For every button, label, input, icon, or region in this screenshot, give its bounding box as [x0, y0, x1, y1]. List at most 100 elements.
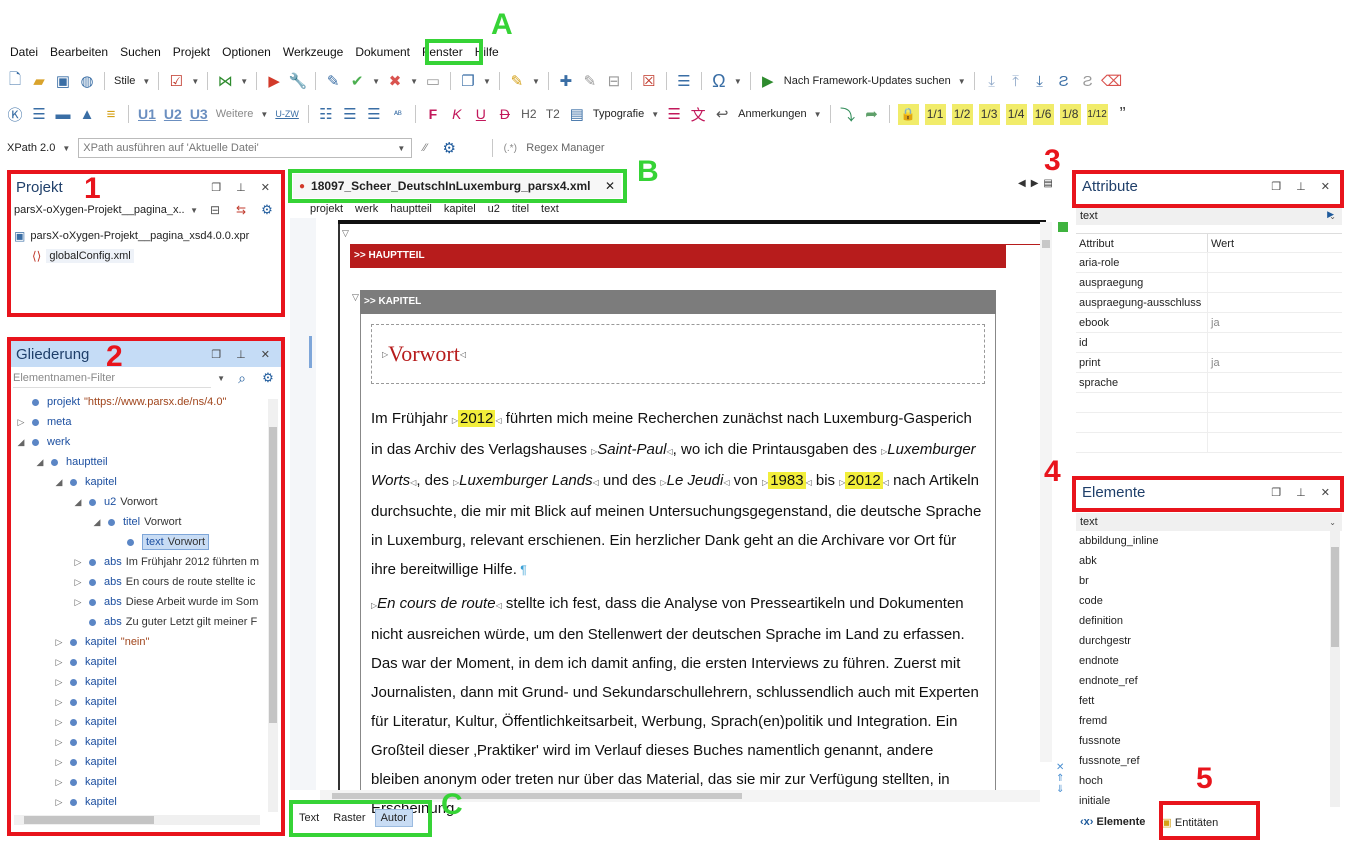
fraction-1-8-button[interactable]: 1/8 [1059, 103, 1081, 125]
breadcrumb-item-projekt[interactable]: projekt [304, 203, 349, 215]
new-file-icon[interactable]: 🗋 [4, 70, 26, 92]
menu-projekt[interactable]: Projekt [167, 43, 216, 61]
join-icon[interactable]: Ƨ [1053, 70, 1075, 92]
quote-icon[interactable]: ” [1112, 103, 1134, 125]
u-zw-button[interactable]: U-ZW [272, 109, 302, 119]
fraction-1-1-button[interactable]: 1/1 [924, 103, 946, 125]
chevron-down-icon[interactable]: ▼ [372, 77, 380, 86]
gear-icon[interactable]: ⚙ [257, 367, 279, 389]
typography-icon[interactable]: ▤ [566, 103, 588, 125]
search-icon[interactable]: ⌕ [231, 367, 253, 389]
expand-toggle-icon[interactable]: ▷ [71, 557, 85, 568]
paragraph-2[interactable]: ▷En cours de route◁ stellte ich fest, da… [371, 589, 985, 823]
outline-tree-item[interactable]: ◢ werk [10, 432, 260, 452]
expand-toggle-icon[interactable]: ▷ [71, 577, 85, 588]
panel-window-controls[interactable]: ❐ ⊥ ✕ [211, 348, 276, 361]
chevron-down-icon[interactable]: ▼ [532, 77, 540, 86]
attribute-row[interactable]: aria-role [1076, 253, 1342, 273]
run-icon[interactable]: ▶ [263, 70, 285, 92]
omega-icon[interactable]: Ω [708, 70, 730, 92]
outline-tree-item[interactable]: ▷ abs Im Frühjahr 2012 führten m [10, 552, 260, 572]
framework-updates-button[interactable]: Nach Framework-Updates suchen [781, 75, 954, 87]
breadcrumb-item-text[interactable]: text [535, 203, 565, 215]
editor-vertical-scrollbar[interactable] [1040, 222, 1052, 762]
annotations-dropdown[interactable]: Anmerkungen [735, 108, 810, 120]
chevron-down-icon[interactable]: ▼ [142, 77, 150, 86]
manage-changes-icon[interactable]: ☒ [638, 70, 660, 92]
menu-dokument[interactable]: Dokument [349, 43, 416, 61]
outline-tree-item[interactable]: ▷ meta [10, 412, 260, 432]
download-icon[interactable]: ⤓ [1029, 70, 1051, 92]
expand-toggle-icon[interactable]: ▷ [52, 697, 66, 708]
highlight-icon[interactable]: ✎ [506, 70, 528, 92]
column-header-attribute[interactable]: Attribut [1076, 234, 1208, 252]
edit-review-icon[interactable]: ✎ [322, 70, 344, 92]
outline-tree-item[interactable]: projekt "https://www.parsx.de/ns/4.0" [10, 392, 260, 412]
lock-icon[interactable]: 🔒 [897, 103, 919, 125]
menu-datei[interactable]: Datei [4, 43, 44, 61]
editor-tab[interactable]: ● 18097_Scheer_DeutschInLuxemburg_parsx4… [293, 174, 621, 198]
attribute-row[interactable]: auspraegung [1076, 273, 1342, 293]
arrow-forward-icon[interactable]: ➦ [861, 103, 883, 125]
open-url-icon[interactable]: ◍ [76, 70, 98, 92]
open-folder-icon[interactable]: ▰ [28, 70, 50, 92]
definition-list-icon[interactable]: ☰ [363, 103, 385, 125]
u1-button[interactable]: U1 [135, 106, 159, 122]
insert-after-icon[interactable]: ⤒ [1005, 70, 1027, 92]
mode-tab-raster[interactable]: Raster [328, 810, 370, 826]
close-tab-icon[interactable]: ✕ [605, 179, 615, 193]
scrollbar-thumb[interactable] [269, 427, 277, 723]
align-icon[interactable]: ☰ [28, 103, 50, 125]
subscript-button[interactable]: T2 [542, 103, 564, 125]
format-indent-icon[interactable]: ☰ [673, 70, 695, 92]
panel-window-controls[interactable]: ❐ ⊥ ✕ [1271, 486, 1336, 499]
outline-tree-item[interactable]: ▷ kapitel [10, 752, 260, 772]
element-list-item[interactable]: definition [1076, 611, 1326, 631]
expand-toggle-icon[interactable]: ◢ [33, 457, 47, 468]
insert-before-icon[interactable]: ⤓ [981, 70, 1003, 92]
chapter-heading[interactable]: Vorwort [388, 341, 460, 367]
attribute-value[interactable]: ja [1208, 313, 1342, 332]
attribute-value[interactable] [1208, 373, 1342, 392]
regex-icon[interactable]: (.*) [499, 137, 521, 159]
arrow-down-green-icon[interactable]: ⤵ [837, 103, 859, 125]
underline-button[interactable]: U [470, 103, 492, 125]
tab-elements[interactable]: ‹x› Elemente [1080, 816, 1145, 828]
panel-window-controls[interactable]: ❐ ⊥ ✕ [211, 181, 276, 194]
tab-navigation[interactable]: ◀▶▤ [1018, 178, 1058, 189]
outline-tree-item[interactable]: ▷ kapitel [10, 732, 260, 752]
add-comment-icon[interactable]: ✚ [555, 70, 577, 92]
list-block-icon[interactable]: ≡ [100, 103, 122, 125]
chevron-down-icon[interactable]: ▼ [397, 144, 405, 153]
panel-window-controls[interactable]: ❐ ⊥ ✕ [1271, 180, 1336, 193]
fraction-1-12-button[interactable]: 1/12 [1086, 103, 1108, 125]
regex-manager-button[interactable]: Regex Manager [523, 142, 607, 154]
collapse-triangle-icon[interactable]: ▽ [342, 228, 349, 239]
outline-tree-item[interactable]: ◢ titel Vorwort [10, 512, 260, 532]
breadcrumb-item-hauptteil[interactable]: hauptteil [384, 203, 438, 215]
outline-tree-item[interactable]: ◢ u2 Vorwort [10, 492, 260, 512]
validate-icon[interactable]: ☑ [165, 70, 187, 92]
superscript-button[interactable]: H2 [518, 103, 540, 125]
element-list-item[interactable]: abk [1076, 551, 1326, 571]
outline-horizontal-scrollbar[interactable] [14, 815, 260, 825]
scroll-controls[interactable]: ✕ ⇑ ⇓ [1056, 762, 1064, 795]
attribute-row[interactable]: auspraegung-ausschluss [1076, 293, 1342, 313]
element-list-item[interactable]: durchgestr [1076, 631, 1326, 651]
expand-toggle-icon[interactable]: ◢ [71, 497, 85, 508]
attribute-value[interactable] [1208, 333, 1342, 352]
attribute-value[interactable] [1208, 253, 1342, 272]
menu-hilfe[interactable]: Hilfe [469, 43, 505, 61]
menu-suchen[interactable]: Suchen [114, 43, 167, 61]
breadcrumb-item-titel[interactable]: titel [506, 203, 535, 215]
xpath-clear-icon[interactable]: ⁄⁄ [414, 137, 436, 159]
outline-tree-item[interactable]: ▷ kapitel [10, 692, 260, 712]
wrench-icon[interactable]: 🔧 [287, 70, 309, 92]
split-icon[interactable]: Ƨ [1077, 70, 1099, 92]
attribute-row[interactable]: id [1076, 333, 1342, 353]
chevron-down-icon[interactable]: ▼ [191, 77, 199, 86]
expand-toggle-icon[interactable]: ▷ [52, 777, 66, 788]
framework-update-icon[interactable]: ▶ [757, 70, 779, 92]
chevron-down-icon[interactable]: ▼ [190, 206, 198, 215]
fraction-1-4-button[interactable]: 1/4 [1005, 103, 1027, 125]
